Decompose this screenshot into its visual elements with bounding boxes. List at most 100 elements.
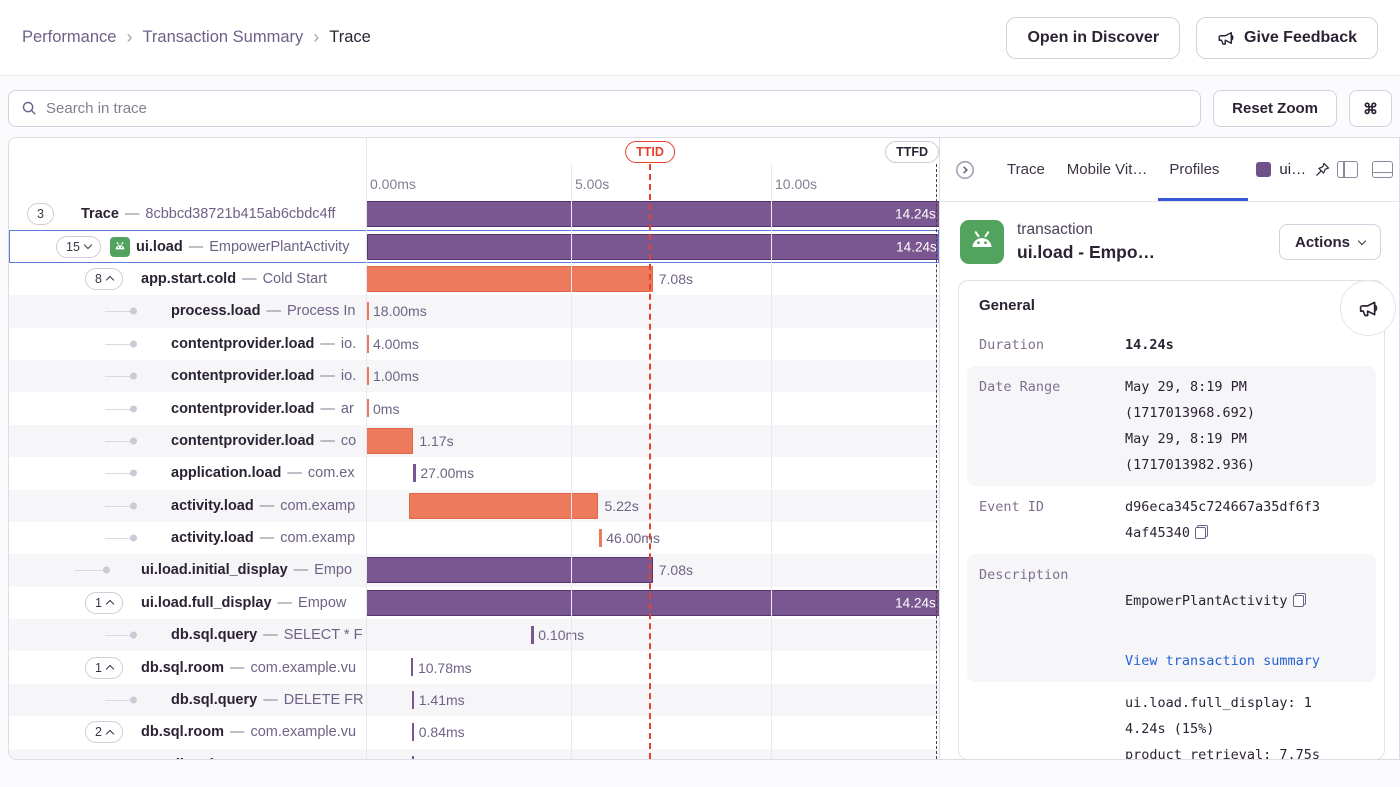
span-bar-cell[interactable]: 27.00ms [366, 457, 939, 489]
span-name-cell[interactable]: db.sql.query—DELETE FR [9, 684, 366, 716]
span-name-cell[interactable]: application.load—com.ex [9, 457, 366, 489]
span-tick[interactable] [413, 464, 416, 482]
feedback-fab-button[interactable] [1340, 280, 1396, 336]
command-shortcut-button[interactable]: ⌘ [1349, 90, 1392, 127]
copy-icon[interactable] [1293, 593, 1306, 607]
span-bar-cell[interactable]: 4.00ms [366, 328, 939, 360]
span-name-cell[interactable]: 1db.sql.room—com.example.vu [9, 651, 366, 683]
span-name-cell[interactable]: contentprovider.load—io. [9, 328, 366, 360]
span-name-cell[interactable]: contentprovider.load—co [9, 425, 366, 457]
span-bar-cell[interactable]: 0.78ms [366, 749, 939, 760]
copy-icon[interactable] [1195, 525, 1208, 539]
trace-tree-row[interactable]: 1db.sql.room—com.example.vu10.78ms [9, 651, 939, 683]
trace-tree-row[interactable]: 15ui.load—EmpowerPlantActivity14.24s [9, 230, 939, 262]
span-name-cell[interactable]: 15ui.load—EmpowerPlantActivity [10, 231, 367, 261]
span-bar-cell[interactable]: 1.41ms [366, 684, 939, 716]
trace-tree-row[interactable]: ui.load.initial_display—Empo7.08s [9, 554, 939, 586]
reset-zoom-button[interactable]: Reset Zoom [1213, 90, 1337, 127]
span-bar[interactable]: 14.24s [367, 234, 938, 260]
trace-tree-row[interactable]: db.sql.query—SELECT * F0.10ms [9, 619, 939, 651]
trace-tree-row[interactable]: 8app.start.cold—Cold Start7.08s [9, 263, 939, 295]
span-children-pill[interactable]: 1 [85, 592, 123, 614]
span-tick[interactable] [412, 723, 415, 741]
trace-tree-row[interactable]: contentprovider.load—io.4.00ms [9, 328, 939, 360]
layout-left-icon[interactable] [1337, 161, 1358, 178]
trace-tree-row[interactable]: application.load—com.ex27.00ms [9, 457, 939, 489]
trace-tree-row[interactable]: 2db.sql.room—com.example.vu0.84ms [9, 716, 939, 748]
span-bar-cell[interactable]: 1.00ms [366, 360, 939, 392]
span-name-cell[interactable]: contentprovider.load—ar [9, 392, 366, 424]
search-in-trace-box[interactable] [8, 90, 1201, 127]
trace-tree-row[interactable]: contentprovider.load—ar0ms [9, 392, 939, 424]
view-transaction-summary-link[interactable]: View transaction summary [1125, 653, 1320, 669]
span-tick[interactable] [412, 691, 415, 709]
span-bar-cell[interactable]: 46.00ms [366, 522, 939, 554]
span-tick[interactable] [411, 658, 414, 676]
span-tick[interactable] [599, 529, 602, 547]
span-name-cell[interactable]: 8app.start.cold—Cold Start [9, 263, 366, 295]
active-tab-underline [1158, 198, 1248, 201]
open-in-discover-button[interactable]: Open in Discover [1006, 17, 1180, 59]
span-bar-cell[interactable]: 14.24s [366, 587, 939, 619]
span-children-pill[interactable]: 15 [56, 236, 101, 258]
give-feedback-button[interactable]: Give Feedback [1196, 17, 1378, 59]
span-tick[interactable] [412, 756, 415, 760]
span-bar-cell[interactable]: 14.24s [366, 198, 939, 230]
span-bar[interactable] [366, 557, 653, 583]
trace-tree-row[interactable]: contentprovider.load—io.1.00ms [9, 360, 939, 392]
span-bar-cell[interactable]: 1.17s [366, 425, 939, 457]
span-bar-cell[interactable]: 14.24s [367, 231, 938, 261]
span-children-pill[interactable]: 2 [85, 721, 123, 743]
span-bar[interactable]: 14.24s [366, 590, 939, 616]
span-children-pill[interactable]: 3 [27, 203, 54, 225]
trace-tree-row[interactable]: activity.load—com.examp46.00ms [9, 522, 939, 554]
breadcrumb-performance[interactable]: Performance [22, 28, 116, 47]
ttfd-badge[interactable]: TTFD [885, 141, 939, 163]
span-bar-cell[interactable]: 7.08s [366, 263, 939, 295]
span-name-cell[interactable]: 2db.sql.room—com.example.vu [9, 716, 366, 748]
breadcrumb-transaction-summary[interactable]: Transaction Summary [142, 28, 303, 47]
span-name-cell[interactable]: 1ui.load.full_display—Empow [9, 587, 366, 619]
trace-tree-row[interactable]: process.load—Process In18.00ms [9, 295, 939, 327]
trace-tree-row[interactable]: db.sql.query—INSERT OR0.78ms [9, 749, 939, 760]
ttid-badge[interactable]: TTID [625, 141, 675, 163]
tab-mobile-vitals[interactable]: Mobile Vit… [1067, 161, 1148, 178]
trace-tree-row[interactable]: db.sql.query—DELETE FR1.41ms [9, 684, 939, 716]
span-bar-cell[interactable]: 18.00ms [366, 295, 939, 327]
span-children-pill[interactable]: 1 [85, 657, 123, 679]
span-bar[interactable] [366, 428, 413, 454]
span-bar[interactable] [409, 493, 599, 519]
trace-tree-row[interactable]: contentprovider.load—co1.17s [9, 425, 939, 457]
trace-tree-row[interactable]: activity.load—com.examp5.22s [9, 490, 939, 522]
trace-tree-row[interactable]: 3Trace—8cbbcd38721b415ab6cbdc4ff14.24s [9, 198, 939, 230]
span-bar-cell[interactable]: 7.08s [366, 554, 939, 586]
span-name-cell[interactable]: db.sql.query—INSERT OR [9, 749, 366, 760]
span-name-cell[interactable]: 3Trace—8cbbcd38721b415ab6cbdc4ff [9, 198, 366, 230]
actions-button[interactable]: Actions [1279, 224, 1381, 260]
span-bar-cell[interactable]: 5.22s [366, 490, 939, 522]
span-bar[interactable]: 14.24s [366, 201, 939, 227]
trace-tree-row[interactable]: 1ui.load.full_display—Empow14.24s [9, 587, 939, 619]
pin-icon[interactable] [1314, 161, 1331, 178]
span-bar-cell[interactable]: 10.78ms [366, 651, 939, 683]
span-children-pill[interactable]: 8 [85, 268, 123, 290]
span-name-cell[interactable]: activity.load—com.examp [9, 490, 366, 522]
search-input[interactable] [46, 100, 1188, 117]
android-icon [110, 237, 130, 257]
span-bar-cell[interactable]: 0.10ms [366, 619, 939, 651]
collapse-drawer-icon[interactable] [954, 159, 976, 181]
span-bar-cell[interactable]: 0.84ms [366, 716, 939, 748]
tree-timeline-divider[interactable] [366, 138, 367, 759]
span-name-cell[interactable]: db.sql.query—SELECT * F [9, 619, 366, 651]
span-bar[interactable] [366, 266, 653, 292]
tab-ui-load-active[interactable]: ui… [1256, 161, 1331, 178]
span-name-cell[interactable]: process.load—Process In [9, 295, 366, 327]
tab-trace[interactable]: Trace [1007, 161, 1045, 178]
span-name-cell[interactable]: activity.load—com.examp [9, 522, 366, 554]
span-name-cell[interactable]: contentprovider.load—io. [9, 360, 366, 392]
span-name-cell[interactable]: ui.load.initial_display—Empo [9, 554, 366, 586]
tab-profiles[interactable]: Profiles [1169, 161, 1219, 178]
layout-bottom-icon[interactable] [1372, 161, 1393, 178]
span-tick[interactable] [531, 626, 534, 644]
span-bar-cell[interactable]: 0ms [366, 392, 939, 424]
